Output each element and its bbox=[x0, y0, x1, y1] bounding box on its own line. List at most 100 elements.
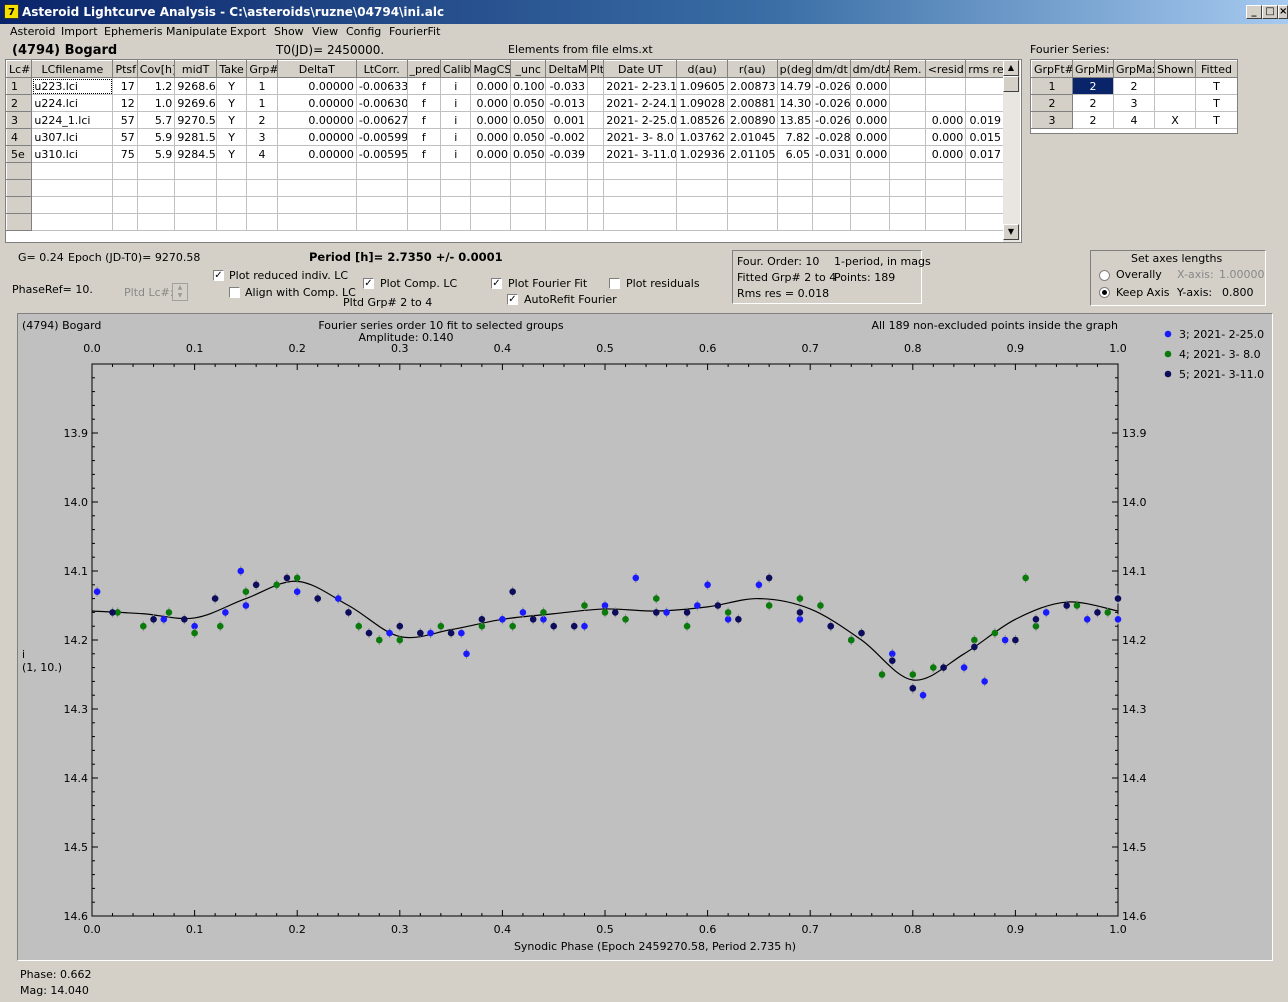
row-header[interactable]: 5e bbox=[6, 145, 33, 163]
table-cell[interactable]: -0.013 bbox=[545, 94, 589, 112]
table-cell[interactable] bbox=[112, 196, 138, 214]
table-cell[interactable]: 0.000 bbox=[470, 77, 511, 95]
table-cell[interactable]: 0.050 bbox=[509, 145, 547, 163]
lc-column-header[interactable]: _pred. bbox=[406, 60, 442, 78]
lc-column-header[interactable]: d(au) bbox=[676, 60, 728, 78]
table-cell[interactable] bbox=[31, 179, 114, 197]
table-cell[interactable]: f bbox=[406, 145, 442, 163]
table-cell[interactable]: T bbox=[1195, 111, 1237, 129]
table-cell[interactable] bbox=[215, 196, 248, 214]
table-cell[interactable]: 9270.5 bbox=[174, 111, 217, 129]
table-cell[interactable] bbox=[587, 94, 605, 112]
table-cell[interactable]: 75 bbox=[112, 145, 138, 163]
table-cell[interactable]: 1 bbox=[246, 94, 278, 112]
lc-column-header[interactable]: Lc# bbox=[6, 60, 33, 78]
table-cell[interactable] bbox=[470, 162, 511, 180]
fourier-column-header[interactable]: GrpMin bbox=[1072, 60, 1114, 78]
row-header[interactable] bbox=[6, 162, 33, 180]
app-icon[interactable]: 7 bbox=[4, 4, 19, 19]
table-cell[interactable]: 2 bbox=[1072, 111, 1114, 129]
table-cell[interactable] bbox=[509, 179, 547, 197]
table-cell[interactable] bbox=[889, 213, 926, 231]
lc-table-scrollbar[interactable]: ▲ ▼ bbox=[1003, 60, 1020, 242]
table-cell[interactable] bbox=[136, 213, 176, 231]
fourier-table[interactable]: GrpFt#GrpMinGrpMaxShownFitted122T223T324… bbox=[1030, 59, 1238, 134]
table-cell[interactable]: 0.00000 bbox=[276, 128, 357, 146]
table-cell[interactable] bbox=[849, 162, 891, 180]
table-cell[interactable]: 1.02936 bbox=[676, 145, 728, 163]
table-cell[interactable]: 0.000 bbox=[924, 145, 967, 163]
table-cell[interactable]: 0.050 bbox=[509, 111, 547, 129]
table-cell[interactable]: 2021- 2-24.1 bbox=[603, 94, 678, 112]
table-cell[interactable]: 7.82 bbox=[776, 128, 814, 146]
table-cell[interactable] bbox=[676, 179, 728, 197]
table-cell[interactable]: 0.000 bbox=[924, 128, 967, 146]
maximize-button[interactable]: □ bbox=[1262, 5, 1278, 19]
table-cell[interactable] bbox=[215, 162, 248, 180]
table-cell[interactable]: 0.000 bbox=[849, 128, 891, 146]
table-cell[interactable]: 2 bbox=[1113, 77, 1155, 95]
table-cell[interactable]: 9269.6 bbox=[174, 94, 217, 112]
table-cell[interactable]: Y bbox=[215, 94, 248, 112]
row-header[interactable]: 3 bbox=[1031, 111, 1073, 129]
table-cell[interactable]: 1.09028 bbox=[676, 94, 728, 112]
table-cell[interactable] bbox=[849, 179, 891, 197]
table-cell[interactable] bbox=[676, 196, 728, 214]
table-cell[interactable] bbox=[726, 213, 778, 231]
table-cell[interactable]: 0.000 bbox=[849, 77, 891, 95]
menu-manipulate[interactable]: Manipulate bbox=[166, 25, 227, 38]
table-cell[interactable] bbox=[889, 162, 926, 180]
table-cell[interactable]: -0.002 bbox=[545, 128, 589, 146]
table-cell[interactable]: 2.00873 bbox=[726, 77, 778, 95]
menu-import[interactable]: Import bbox=[61, 25, 98, 38]
table-cell[interactable]: 1 bbox=[246, 77, 278, 95]
lc-column-header[interactable]: DeltaT bbox=[276, 60, 357, 78]
fourier-column-header[interactable]: Fitted bbox=[1195, 60, 1237, 78]
lc-column-header[interactable]: Cov[h] bbox=[136, 60, 176, 78]
table-cell[interactable] bbox=[246, 162, 278, 180]
table-cell[interactable]: i bbox=[440, 111, 472, 129]
table-cell[interactable] bbox=[174, 179, 217, 197]
fourier-column-header[interactable]: GrpFt# bbox=[1031, 60, 1073, 78]
table-cell[interactable] bbox=[136, 196, 176, 214]
table-cell[interactable]: 0.00000 bbox=[276, 77, 357, 95]
table-cell[interactable] bbox=[276, 162, 357, 180]
table-cell[interactable] bbox=[889, 77, 926, 95]
table-cell[interactable]: 57 bbox=[112, 111, 138, 129]
keep-axis-radio[interactable] bbox=[1099, 287, 1110, 298]
table-cell[interactable] bbox=[215, 213, 248, 231]
table-cell[interactable] bbox=[924, 196, 967, 214]
table-cell[interactable] bbox=[603, 179, 678, 197]
table-cell[interactable] bbox=[812, 162, 851, 180]
scroll-up-arrow-icon[interactable]: ▲ bbox=[1003, 60, 1019, 76]
table-cell[interactable]: 5.9 bbox=[136, 145, 176, 163]
table-cell[interactable] bbox=[355, 162, 408, 180]
table-cell[interactable]: 9284.5 bbox=[174, 145, 217, 163]
plot-panel[interactable]: (4794) Bogard Fourier series order 10 fi… bbox=[17, 313, 1273, 961]
lc-column-header[interactable]: r(au) bbox=[726, 60, 778, 78]
table-cell[interactable]: u307.lci bbox=[31, 128, 114, 146]
lc-column-header[interactable]: Calib. bbox=[440, 60, 472, 78]
table-cell[interactable]: 0.000 bbox=[924, 111, 967, 129]
table-cell[interactable]: 14.30 bbox=[776, 94, 814, 112]
menu-ephemeris[interactable]: Ephemeris bbox=[104, 25, 162, 38]
align-comp-checkbox[interactable] bbox=[229, 287, 240, 298]
table-cell[interactable] bbox=[965, 196, 1004, 214]
table-cell[interactable] bbox=[587, 196, 605, 214]
table-cell[interactable] bbox=[406, 179, 442, 197]
table-cell[interactable] bbox=[924, 179, 967, 197]
table-cell[interactable] bbox=[889, 145, 926, 163]
fourier-table-row[interactable]: 324XT bbox=[1031, 111, 1237, 129]
menu-config[interactable]: Config bbox=[346, 25, 381, 38]
table-cell[interactable] bbox=[776, 213, 814, 231]
table-cell[interactable]: 2021- 3-11.0 bbox=[603, 145, 678, 163]
row-header[interactable]: 3 bbox=[6, 111, 33, 129]
table-cell[interactable] bbox=[112, 213, 138, 231]
table-cell[interactable]: 5.7 bbox=[136, 111, 176, 129]
table-cell[interactable]: 0.000 bbox=[470, 145, 511, 163]
fourier-column-header[interactable]: GrpMax bbox=[1113, 60, 1155, 78]
table-cell[interactable] bbox=[31, 196, 114, 214]
table-cell[interactable]: -0.00633 bbox=[355, 77, 408, 95]
menu-export[interactable]: Export bbox=[230, 25, 266, 38]
table-cell[interactable] bbox=[31, 213, 114, 231]
